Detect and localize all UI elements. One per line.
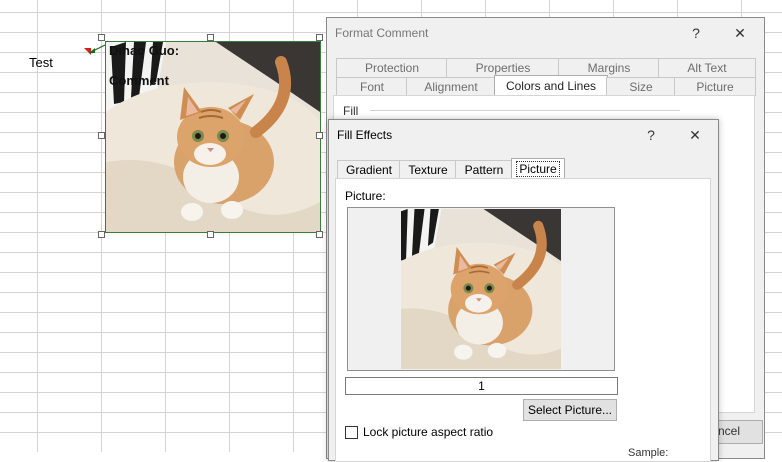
- fill-section-label: Fill: [343, 104, 359, 118]
- close-icon[interactable]: ✕: [682, 124, 708, 146]
- picture-name-field[interactable]: 1: [345, 377, 618, 395]
- resize-handle[interactable]: [98, 231, 105, 238]
- format-comment-titlebar[interactable]: Format Comment ? ✕: [327, 18, 764, 48]
- resize-handle[interactable]: [316, 34, 323, 41]
- help-icon[interactable]: ?: [638, 124, 664, 146]
- close-icon[interactable]: ✕: [727, 22, 753, 44]
- fill-effects-title: Fill Effects: [337, 128, 393, 142]
- picture-preview: [347, 207, 615, 371]
- tab-picture-active[interactable]: Picture: [511, 158, 565, 179]
- tab-picture[interactable]: Picture: [674, 77, 756, 96]
- comment-box[interactable]: Dihao Guo: Comment: [105, 41, 321, 233]
- comment-text[interactable]: Comment: [109, 73, 169, 88]
- resize-handle[interactable]: [316, 132, 323, 139]
- resize-handle[interactable]: [207, 231, 214, 238]
- tab-pattern[interactable]: Pattern: [455, 160, 513, 179]
- cancel-button[interactable]: ncel: [715, 420, 763, 444]
- tab-font[interactable]: Font: [336, 77, 408, 96]
- picture-panel: Picture: 1 Select Picture... Lock pictur…: [335, 178, 711, 462]
- resize-handle[interactable]: [207, 34, 214, 41]
- select-picture-button[interactable]: Select Picture...: [523, 399, 617, 421]
- fill-section-divider: [370, 110, 680, 111]
- cell-test[interactable]: Test: [29, 55, 53, 70]
- lock-aspect-checkbox[interactable]: [345, 426, 358, 439]
- tab-gradient[interactable]: Gradient: [337, 160, 401, 179]
- format-comment-title: Format Comment: [335, 26, 429, 40]
- comment-connector-arrow-icon: [88, 44, 106, 54]
- fill-effects-titlebar[interactable]: Fill Effects ? ✕: [329, 120, 718, 150]
- tab-protection[interactable]: Protection: [336, 58, 448, 77]
- lock-aspect-label: Lock picture aspect ratio: [363, 425, 494, 439]
- help-icon[interactable]: ?: [683, 22, 709, 44]
- resize-handle[interactable]: [316, 231, 323, 238]
- tab-picture-label: Picture: [516, 161, 560, 177]
- cat-picture-preview: [401, 209, 561, 369]
- comment-author[interactable]: Dihao Guo:: [109, 43, 179, 58]
- tab-texture[interactable]: Texture: [399, 160, 457, 179]
- tab-alt-text[interactable]: Alt Text: [658, 58, 756, 77]
- sample-label: Sample:: [628, 447, 669, 459]
- fill-effects-dialog: Fill Effects ? ✕ Gradient Texture Patter…: [328, 119, 719, 462]
- tab-alignment[interactable]: Alignment: [406, 77, 496, 96]
- cat-picture: [106, 42, 320, 232]
- resize-handle[interactable]: [98, 132, 105, 139]
- picture-label: Picture:: [345, 189, 386, 203]
- tab-colors-and-lines[interactable]: Colors and Lines: [494, 75, 608, 96]
- resize-handle[interactable]: [98, 34, 105, 41]
- tab-size[interactable]: Size: [606, 77, 676, 96]
